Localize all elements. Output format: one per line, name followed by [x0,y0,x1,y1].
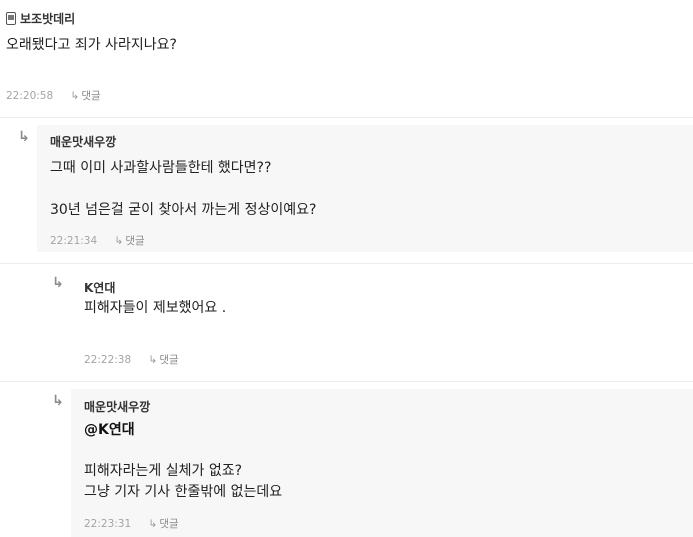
reply-arrow-icon: ↳ [148,518,158,530]
comment-meta: 22:21:34 ↳ 댓글 [50,233,145,248]
comment-author[interactable]: 매운맛새우깡 [50,133,116,150]
comment-author[interactable]: K연대 [84,279,115,296]
comment-body: 피해자라는게 실체가 없죠? 그냥 기자 기사 한줄밖에 없는데요 [84,463,283,500]
reply-indent-icon: ↳ [18,129,30,145]
comment-mention[interactable]: @K연대 [84,420,135,441]
comment-author[interactable]: 보조밧데리 [6,10,75,27]
comment-meta: 22:23:31 ↳ 댓글 [84,516,179,531]
comment-body: 그때 이미 사과할사람들한테 했다면?? 30년 넘은걸 굳이 찾아서 까는게 … [50,160,317,218]
reply-label[interactable]: 댓글 [125,235,144,247]
comment-meta: 22:20:58 ↳ 댓글 [6,88,101,103]
divider [0,263,693,264]
divider [0,117,693,118]
reply-button[interactable]: ↳ 댓글 [149,354,179,366]
reply-label[interactable]: 댓글 [81,90,100,102]
comment-author[interactable]: 매운맛새우깡 [84,398,150,415]
divider [0,381,693,382]
reply-button[interactable]: ↳ 댓글 [149,518,179,530]
comment-time: 22:21:34 [50,235,98,247]
reply-button[interactable]: ↳ 댓글 [71,90,101,102]
phone-icon [6,12,16,25]
reply-label[interactable]: 댓글 [159,354,178,366]
comment-meta: 22:22:38 ↳ 댓글 [84,352,179,367]
comment-time: 22:20:58 [6,90,54,102]
reply-arrow-icon: ↳ [148,354,158,366]
comment-time: 22:23:31 [84,518,132,530]
reply-label[interactable]: 댓글 [159,518,178,530]
reply-arrow-icon: ↳ [114,235,124,247]
comment-time: 22:22:38 [84,354,132,366]
comment-body: 피해자들이 제보했어요 . [84,300,227,316]
author-name[interactable]: 보조밧데리 [20,12,75,26]
reply-arrow-icon: ↳ [70,90,80,102]
reply-button[interactable]: ↳ 댓글 [115,235,145,247]
comment-body: 오래됐다고 죄가 사라지나요? [6,37,177,53]
reply-indent-icon: ↳ [52,275,64,291]
reply-indent-icon: ↳ [52,393,64,409]
